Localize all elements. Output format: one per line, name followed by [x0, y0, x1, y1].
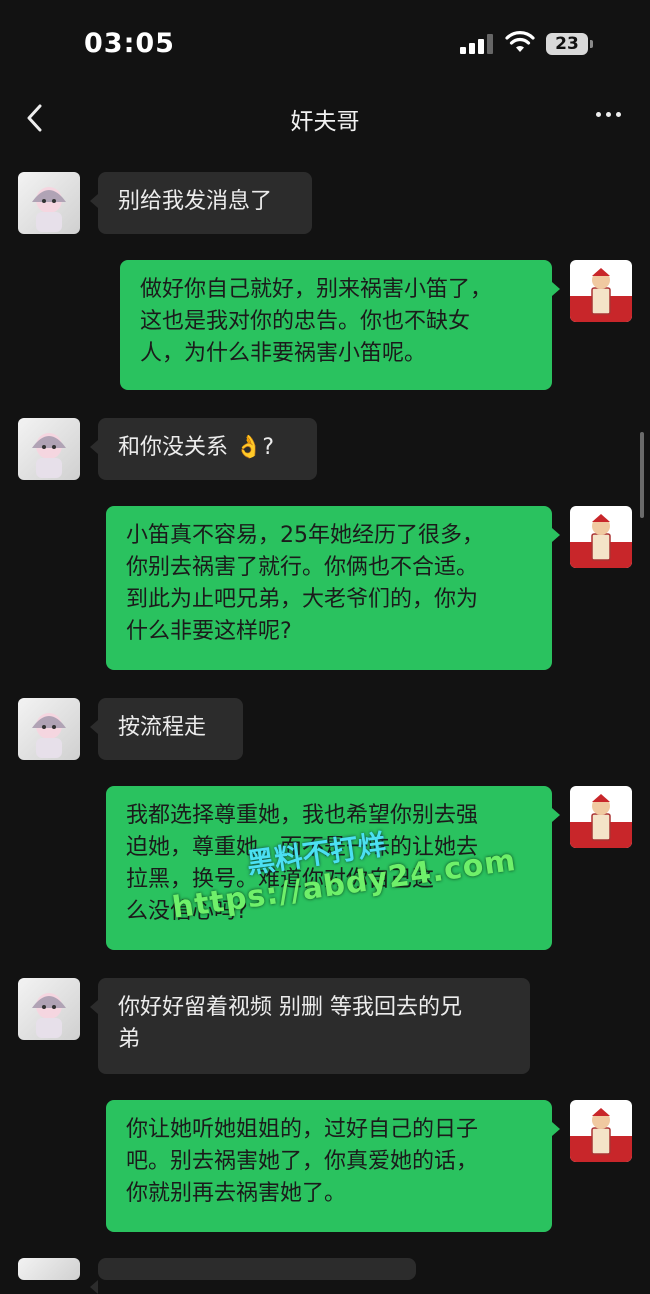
chat-title: 奸夫哥 [290, 109, 360, 135]
my-avatar[interactable] [570, 506, 632, 568]
message-bubble-incoming[interactable]: 别给我发消息了 [90, 172, 312, 234]
contact-avatar[interactable] [18, 698, 80, 760]
contact-avatar[interactable] [18, 1258, 80, 1280]
my-avatar[interactable] [570, 260, 632, 322]
message-bubble-incoming[interactable]: 和你没关系 👌? [90, 418, 317, 480]
status-bar: 03:05 23 [0, 0, 650, 90]
message-bubble-outgoing[interactable]: 做好你自己就好，别来祸害小笛了， 这也是我对你的忠告。你也不缺女 人，为什么非要… [120, 260, 560, 390]
signal-icon [460, 34, 496, 54]
battery-level: 23 [555, 34, 579, 54]
message-bubble-incoming-partial[interactable] [90, 1258, 416, 1294]
message-bubble-outgoing[interactable]: 小笛真不容易，25年她经历了很多， 你别去祸害了就行。你俩也不合适。 到此为止吧… [106, 506, 560, 670]
contact-avatar[interactable] [18, 978, 80, 1040]
message-bubble-outgoing[interactable]: 我都选择尊重她，我也希望你别去强 迫她，尊重她，而不是一味的让她去 拉黑，换号。… [106, 786, 560, 950]
message-bubble-incoming[interactable]: 按流程走 [90, 698, 243, 760]
contact-avatar[interactable] [18, 418, 80, 480]
message-bubble-incoming[interactable]: 你好好留着视频 别删 等我回去的兄 弟 [90, 978, 530, 1074]
my-avatar[interactable] [570, 786, 632, 848]
message-bubble-outgoing[interactable]: 你让她听她姐姐的，过好自己的日子 吧。别去祸害她了，你真爱她的话， 你就别再去祸… [106, 1100, 560, 1232]
my-avatar[interactable] [570, 1100, 632, 1162]
battery-nub [590, 40, 593, 48]
wifi-icon [505, 31, 535, 52]
scrollbar[interactable] [640, 432, 644, 518]
status-time: 03:05 [84, 28, 175, 59]
contact-avatar[interactable] [18, 172, 80, 234]
battery-icon: 23 [546, 33, 588, 55]
more-dots-icon[interactable] [588, 102, 628, 126]
message-list[interactable]: 别给我发消息了 做好你自己就好，别来祸害小笛了， 这也是我对你的忠告。你也不缺女… [0, 150, 650, 1294]
nav-bar: 奸夫哥 [0, 90, 650, 150]
